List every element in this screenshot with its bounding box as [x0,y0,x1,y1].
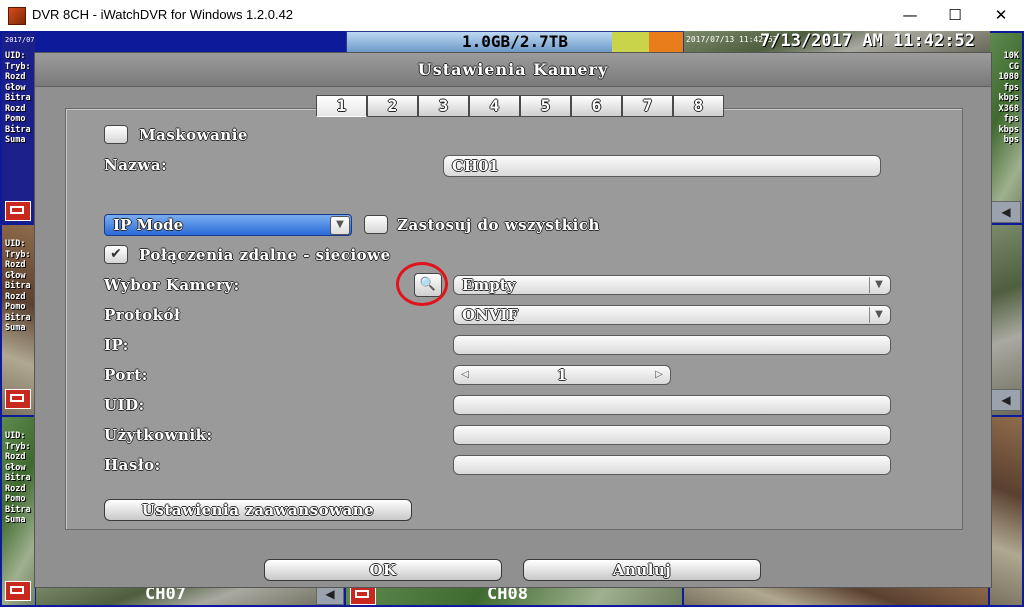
camera-tile[interactable]: ◀ [990,225,1022,415]
name-field[interactable]: CH01 [443,155,881,177]
ok-button[interactable]: OK [264,559,502,581]
port-value: 1 [556,366,568,384]
port-label: Port: [104,366,148,384]
name-label: Nazwa: [104,156,168,174]
tab-4[interactable]: 4 [469,95,520,117]
minimize-button[interactable]: — [887,0,933,31]
advanced-settings-button[interactable]: Ustawienia zaawansowane [104,499,412,521]
remote-checkbox[interactable]: ✔ [104,245,128,264]
password-field[interactable] [453,455,891,475]
tab-6[interactable]: 6 [571,95,622,117]
maximize-button[interactable]: ☐ [932,0,978,31]
masking-checkbox[interactable] [104,125,128,144]
uid-field[interactable] [453,395,891,415]
osd-info: UID: Tryb: Rozd Głow Bitra Rozd Pomo Bitra Sum… [5,431,31,525]
camera-tile[interactable]: 10K CG 1080 fps kbps X368 fps kbps bps ◀ [990,33,1022,223]
window-title: DVR 8CH - iWatchDVR for Windows 1.2.0.42 [32,7,294,22]
chevron-down-icon: ▼ [869,307,888,323]
osd-info: UID: Tryb: Rozd Głow Bitra Rozd Pomo Bitra Sum… [5,51,31,145]
name-value: CH01 [452,157,499,175]
app-icon [8,7,26,25]
ip-field[interactable] [453,335,891,355]
osd-info: UID: Tryb: Rozd Głow Bitra Rozd Pomo Bitra Sum… [5,239,31,333]
window-titlebar: DVR 8CH - iWatchDVR for Windows 1.2.0.42… [0,0,1024,32]
uid-label: UID: [104,396,145,414]
mode-dropdown[interactable]: IP Mode ▼ [104,214,352,236]
channel-tabs: 1 2 3 4 5 6 7 8 [316,95,724,117]
highlight-circle [396,262,448,306]
port-stepper[interactable]: ◁ 1 ▷ [453,365,671,385]
speaker-icon[interactable]: ◀ [991,389,1021,411]
protocol-dropdown[interactable]: ONVIF ▼ [453,305,891,325]
user-field[interactable] [453,425,891,445]
tab-8[interactable]: 8 [673,95,724,117]
speaker-icon[interactable]: ◀ [991,201,1021,223]
cancel-button[interactable]: Anuluj [523,559,761,581]
record-icon[interactable] [5,389,31,409]
clock-display: 7/13/2017 AM 11:42:52 [760,31,975,51]
chevron-down-icon: ▼ [330,216,350,235]
dialog-header: Ustawienia Kamery [35,53,991,87]
storage-bar: 1.0GB/2.7TB [346,31,684,53]
remote-label: Połączenia zdalne - sieciowe [139,246,391,264]
tile-timestamp: 2017/07/13 11:42:53 [5,36,35,44]
increment-icon[interactable]: ▷ [650,366,668,384]
ip-label: IP: [104,336,129,354]
close-button[interactable]: ✕ [978,0,1024,31]
storage-text: 1.0GB/2.7TB [462,32,568,51]
camera-tile[interactable]: UID: Tryb: Rozd Głow Bitra Rozd Pomo Bitra Sum… [2,225,35,415]
mode-value: IP Mode [113,216,184,234]
chevron-down-icon: ▼ [869,277,888,293]
apply-all-checkbox[interactable] [364,215,388,234]
password-label: Hasło: [104,456,161,474]
tab-2[interactable]: 2 [367,95,418,117]
camera-select-value: Empty [462,276,516,294]
camera-select-dropdown[interactable]: Empty ▼ [453,275,891,295]
camera-tile[interactable]: 2017/07/13 11:42:53 UID:Tryb:Rozd GłowBi… [2,33,35,223]
masking-label: Maskowanie [139,126,248,144]
tab-1[interactable]: 1 [316,95,367,117]
record-icon[interactable] [5,201,31,221]
protocol-value: ONVIF [462,306,519,324]
dialog-title: Ustawienia Kamery [417,60,609,79]
osd-info: 10K CG 1080 fps kbps X368 fps kbps bps [998,51,1019,145]
apply-all-label: Zastosuj do wszystkich [397,216,600,234]
record-icon[interactable] [5,581,31,601]
tab-7[interactable]: 7 [622,95,673,117]
camera-select-label: Wybor Kamery: [104,276,240,294]
tab-3[interactable]: 3 [418,95,469,117]
camera-tile[interactable]: UID: Tryb: Rozd Głow Bitra Rozd Pomo Bitra Sum… [2,417,35,605]
user-label: Użytkownik: [104,426,213,444]
tab-5[interactable]: 5 [520,95,571,117]
protocol-label: Protokół [104,306,181,324]
record-icon[interactable] [350,585,376,605]
camera-tile[interactable] [990,417,1022,605]
